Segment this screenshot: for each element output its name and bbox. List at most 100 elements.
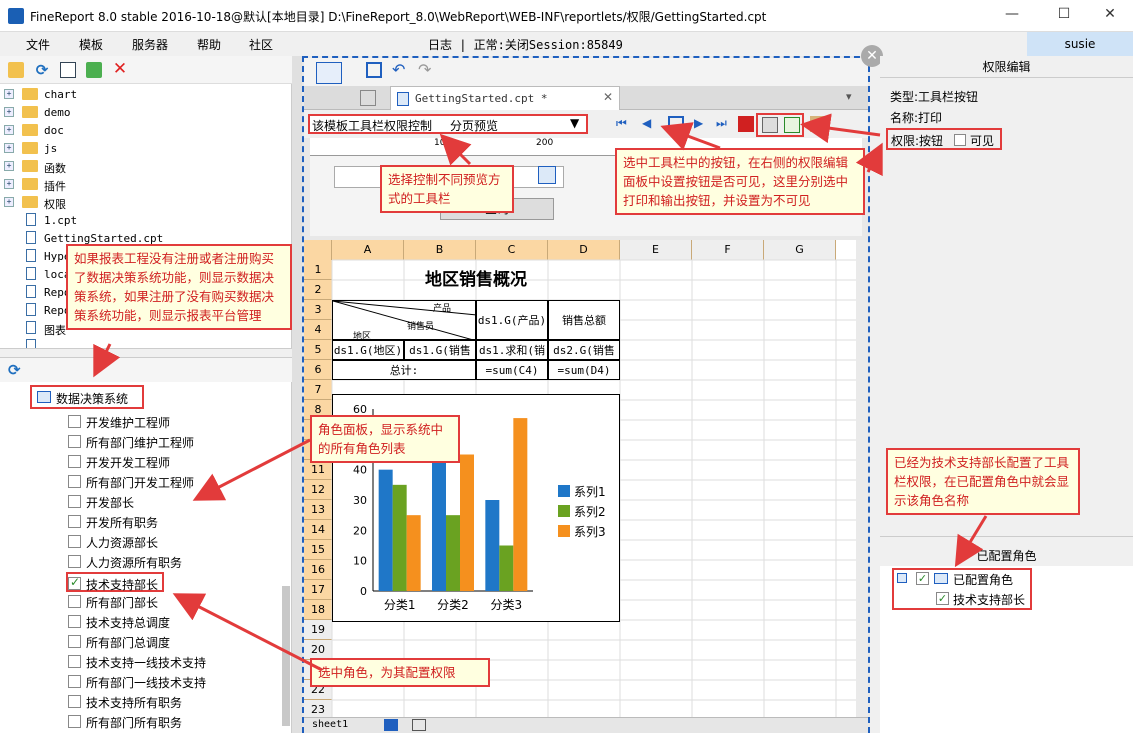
role-checkbox[interactable] xyxy=(68,415,81,428)
role-checkbox[interactable] xyxy=(68,655,81,668)
role-checkbox[interactable] xyxy=(68,635,81,648)
first-page-icon[interactable]: ⏮ xyxy=(616,116,632,132)
role-checkbox[interactable] xyxy=(68,495,81,508)
expand-icon[interactable]: + xyxy=(4,143,14,153)
role-scrollbar[interactable] xyxy=(282,586,290,726)
report-title-cell[interactable]: 地区销售概况 xyxy=(332,260,620,300)
expand-icon[interactable]: + xyxy=(4,197,14,207)
collapse-icon[interactable] xyxy=(897,573,907,583)
role-checkbox[interactable] xyxy=(68,715,81,728)
role-checkbox[interactable] xyxy=(68,535,81,548)
vertical-splitter[interactable] xyxy=(292,56,302,733)
refresh-icon[interactable]: ⟳ xyxy=(34,62,50,78)
menu-server[interactable]: 服务器 xyxy=(132,36,168,53)
cell-c4[interactable]: ds1.求和(销 xyxy=(476,340,548,360)
callout-toolbar-button: 选中工具栏中的按钮，在右侧的权限编辑面板中设置按钮是否可见，这里分别选中打印和输… xyxy=(615,148,865,215)
minimize-button[interactable]: — xyxy=(1002,6,1022,26)
role-checkbox[interactable] xyxy=(68,455,81,468)
cell-a4[interactable]: ds1.G(地区) xyxy=(332,340,404,360)
undo-icon[interactable]: ↶ xyxy=(392,60,408,79)
role-checkbox[interactable] xyxy=(68,595,81,608)
expand-icon[interactable]: + xyxy=(4,161,14,171)
role-root[interactable]: 数据决策系统 xyxy=(30,385,144,409)
bar[interactable] xyxy=(499,545,514,592)
role-checkbox[interactable] xyxy=(68,675,81,688)
cell-c5[interactable]: =sum(C4) xyxy=(476,360,548,380)
menu-template[interactable]: 模板 xyxy=(79,36,103,53)
delete-icon[interactable]: ✕ xyxy=(112,60,128,78)
status-log[interactable]: 日志 | 正常:关闭Session:85849 xyxy=(428,36,623,53)
dropdown-arrow-icon[interactable]: ▼ xyxy=(570,116,579,130)
role-label: 技术支持所有职务 xyxy=(86,696,183,710)
export-icon[interactable] xyxy=(784,117,800,133)
cell-d5[interactable]: =sum(D4) xyxy=(548,360,620,380)
new-tab-icon[interactable] xyxy=(360,90,376,106)
print-icon[interactable] xyxy=(762,117,778,133)
role-checkbox[interactable] xyxy=(68,475,81,488)
cell-d3[interactable]: 销售总额 xyxy=(548,300,620,340)
maximize-button[interactable]: ☐ xyxy=(1054,6,1074,26)
bar[interactable] xyxy=(460,454,474,592)
right-splitter[interactable] xyxy=(880,536,1133,546)
email-icon[interactable] xyxy=(810,116,826,132)
configured-item-checkbox[interactable]: ✓ xyxy=(936,592,949,605)
redo-icon[interactable]: ↷ xyxy=(418,60,434,79)
preview-icon[interactable] xyxy=(316,62,342,84)
file-icon xyxy=(26,249,36,262)
sheet1-tab[interactable]: sheet1 xyxy=(312,719,348,730)
expand-icon[interactable]: + xyxy=(4,179,14,189)
pdf-icon[interactable] xyxy=(738,116,754,132)
cell-c3[interactable]: ds1.G(产品) xyxy=(476,300,548,340)
menu-help[interactable]: 帮助 xyxy=(197,36,221,53)
open-folder-icon[interactable] xyxy=(8,62,24,78)
add-template-icon[interactable] xyxy=(86,62,102,78)
role-checkbox[interactable] xyxy=(68,515,81,528)
configured-root-checkbox[interactable]: ✓ xyxy=(916,572,929,585)
toolbar-permission-select[interactable]: 该模板工具栏权限控制 分页预览 ▼ xyxy=(308,114,588,134)
user-badge[interactable]: susie xyxy=(1027,32,1133,56)
role-checkbox[interactable] xyxy=(68,555,81,568)
bar[interactable] xyxy=(446,515,460,591)
close-tab-icon[interactable]: ✕ xyxy=(603,90,613,104)
close-window-button[interactable]: ✕ xyxy=(1100,6,1120,26)
save-icon[interactable] xyxy=(366,62,382,78)
cell-d4[interactable]: ds2.G(销售 xyxy=(548,340,620,360)
expand-icon[interactable]: + xyxy=(4,89,14,99)
bar[interactable] xyxy=(513,418,528,591)
cell-b4[interactable]: ds1.G(销售 xyxy=(404,340,476,360)
last-page-icon[interactable]: ⏭ xyxy=(716,116,732,132)
expand-icon[interactable]: + xyxy=(4,107,14,117)
role-checkbox[interactable] xyxy=(68,575,81,590)
bar[interactable] xyxy=(378,469,393,591)
tab-menu-icon[interactable]: ▾ xyxy=(846,90,852,103)
visible-checkbox[interactable] xyxy=(954,134,966,146)
param-dropdown-icon[interactable] xyxy=(538,166,556,184)
menu-file[interactable]: 文件 xyxy=(26,36,50,53)
add-sheet-icon[interactable] xyxy=(384,719,398,731)
file-tree-label: 图表 xyxy=(44,324,66,337)
sheet-vscroll[interactable] xyxy=(856,240,868,718)
bar[interactable] xyxy=(392,484,407,591)
menu-community[interactable]: 社区 xyxy=(249,36,273,53)
folder-icon xyxy=(22,178,38,190)
role-checkbox[interactable] xyxy=(68,615,81,628)
prev-page-icon[interactable]: ◀ xyxy=(642,116,658,132)
cell-total[interactable]: 总计: xyxy=(332,360,476,380)
tab-gettingstarted[interactable]: GettingStarted.cpt * ✕ xyxy=(390,86,620,110)
role-label: 技术支持总调度 xyxy=(86,616,171,630)
splitter[interactable] xyxy=(0,348,292,358)
add-poly-sheet-icon[interactable] xyxy=(412,719,426,731)
bar[interactable] xyxy=(485,500,500,591)
bar[interactable] xyxy=(432,460,446,591)
properties-icon[interactable] xyxy=(60,62,76,78)
role-checkbox[interactable] xyxy=(68,435,81,448)
role-checkbox[interactable] xyxy=(68,695,81,708)
diagonal-header-cell[interactable]: 产品 销售员 地区 xyxy=(332,300,477,342)
next-page-icon[interactable]: ▶ xyxy=(694,116,710,132)
role-item[interactable]: 技术支持部长 xyxy=(66,572,164,592)
folder-icon xyxy=(22,124,38,136)
refresh-roles-icon[interactable]: ⟳ xyxy=(8,362,24,378)
expand-icon[interactable]: + xyxy=(4,125,14,135)
page-icon[interactable] xyxy=(668,116,684,132)
bar[interactable] xyxy=(406,515,421,591)
